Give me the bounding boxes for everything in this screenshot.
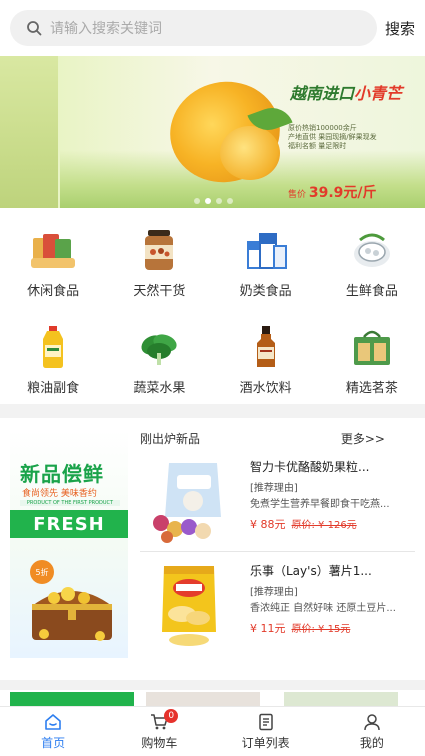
tab-label: 首页	[41, 735, 66, 750]
chips-bag-icon	[140, 556, 238, 654]
banner-dot[interactable]	[194, 198, 200, 204]
banner-indicator	[194, 198, 233, 204]
section-title: 刚出炉新品	[140, 432, 201, 446]
vegetable-icon	[137, 325, 181, 369]
banner-left-strip	[0, 56, 58, 208]
category-label: 蔬菜水果	[133, 381, 186, 396]
category-grain-oil[interactable]: 粮油副食	[0, 307, 106, 404]
product-reason-label: [推荐理由]	[250, 483, 298, 494]
tab-orders[interactable]: 订单列表	[213, 707, 319, 756]
product-name: 乐事（Lay's）薯片1...	[250, 564, 372, 578]
oil-bottle-icon	[31, 325, 75, 369]
banner-price-value: 39.9元/斤	[308, 185, 377, 201]
tab-profile[interactable]: 我的	[319, 707, 425, 756]
promo-headline: 新品偿鲜	[20, 462, 104, 486]
banner-price: 售价 39.9元/斤	[288, 182, 377, 202]
banner-description: 原价热销100000余斤 产地直供 果园现摘/鲜果现发 福利名额 量足限时	[288, 124, 377, 151]
product-original-price: 原价: ¥ 126元	[291, 520, 357, 531]
promo-tagline: 食尚领先 美味香约	[22, 489, 97, 499]
user-icon	[364, 713, 380, 730]
category-tea[interactable]: 精选茗茶	[319, 307, 425, 404]
nuts-jar-icon	[137, 228, 181, 272]
tab-home[interactable]: 首页	[0, 707, 106, 756]
banner-price-label: 售价	[288, 190, 309, 200]
tab-label: 我的	[359, 735, 384, 750]
tab-label: 订单列表	[241, 735, 290, 750]
category-beverages[interactable]: 酒水饮料	[213, 307, 319, 404]
category-snacks[interactable]: 休闲食品	[0, 210, 106, 307]
fresh-promo-card[interactable]: 新品偿鲜 食尚领先 美味香约 PRODUCT OF THE FIRST PROD…	[10, 430, 128, 658]
banner-dot-active[interactable]	[205, 198, 211, 204]
bottom-tab-bar: 首页 购物车 0 订单列表 我的	[0, 706, 425, 756]
category-label: 休闲食品	[27, 284, 80, 299]
category-label: 精选茗茶	[345, 381, 398, 396]
product-info: 智力卡优酪酸奶果粒... [推荐理由] 免煮学生营养早餐即食干吃燕... ¥ 8…	[250, 458, 415, 532]
search-placeholder: 请输入搜索关键词	[50, 21, 162, 37]
category-label: 粮油副食	[27, 381, 80, 396]
banner-title-green: 越南进口	[290, 84, 355, 103]
product-name: 智力卡优酪酸奶果粒...	[250, 460, 370, 474]
tab-cart[interactable]: 购物车 0	[106, 707, 212, 756]
yogurt-cereal-icon	[140, 452, 238, 550]
promo-small-text: PRODUCT OF THE FIRST PRODUCT	[20, 500, 120, 506]
category-dried-goods[interactable]: 天然干货	[106, 210, 212, 307]
category-label: 酒水饮料	[239, 381, 292, 396]
product-price: ¥ 88元	[250, 518, 286, 531]
banner-desc-line: 原价热销100000余斤	[288, 124, 357, 132]
tab-label: 购物车	[141, 735, 178, 750]
banner-desc-line: 福利名额 量足限时	[288, 142, 347, 150]
banner-title-red: 小青芒	[354, 84, 403, 103]
product-description: 香浓纯正 自然好味 还原土豆片...	[250, 603, 396, 614]
new-products-header: 刚出炉新品 更多>>	[140, 430, 415, 450]
banner-desc-line: 产地直供 果园现摘/鲜果现发	[288, 133, 377, 141]
search-bar: 请输入搜索关键词 搜索	[0, 0, 425, 56]
order-list-icon	[258, 713, 273, 730]
product-prices: ¥ 11元 原价: ¥ 15元	[250, 620, 415, 636]
category-fresh-food[interactable]: 生鲜食品	[319, 210, 425, 307]
category-grid: 休闲食品 天然干货 奶类食品 生鲜食品 粮油副食 蔬菜水果 酒水饮料 精选茗茶	[0, 210, 425, 404]
search-icon	[27, 21, 42, 36]
product-info: 乐事（Lay's）薯片1... [推荐理由] 香浓纯正 自然好味 还原土豆片..…	[250, 562, 415, 636]
product-prices: ¥ 88元 原价: ¥ 126元	[250, 516, 415, 532]
search-input[interactable]: 请输入搜索关键词	[10, 10, 377, 46]
banner-dot[interactable]	[227, 198, 233, 204]
tea-box-icon	[350, 325, 394, 369]
product-card[interactable]: 乐事（Lay's）薯片1... [推荐理由] 香浓纯正 自然好味 还原土豆片..…	[140, 556, 415, 656]
search-button[interactable]: 搜索	[385, 18, 415, 39]
section-divider	[0, 680, 425, 690]
home-icon	[45, 713, 61, 730]
section-divider	[0, 404, 425, 418]
new-products-section: 新品偿鲜 食尚领先 美味香约 PRODUCT OF THE FIRST PROD…	[0, 418, 425, 680]
product-reason-label: [推荐理由]	[250, 587, 298, 598]
snack-icon	[31, 228, 76, 272]
product-original-price: 原价: ¥ 15元	[291, 624, 351, 635]
product-price: ¥ 11元	[250, 622, 286, 635]
promo-fresh-label: FRESH	[10, 510, 128, 538]
fresh-food-icon	[350, 228, 394, 272]
liquor-icon	[244, 325, 288, 369]
category-label: 奶类食品	[239, 284, 292, 299]
product-card[interactable]: 智力卡优酪酸奶果粒... [推荐理由] 免煮学生营养早餐即食干吃燕... ¥ 8…	[140, 452, 415, 552]
mango-slice-image	[220, 126, 280, 180]
cart-count-badge: 0	[164, 709, 179, 723]
milk-icon	[244, 228, 288, 272]
promo-banner[interactable]: 越南进口小青芒 原价热销100000余斤 产地直供 果园现摘/鲜果现发 福利名额…	[0, 56, 425, 208]
category-vegetables[interactable]: 蔬菜水果	[106, 307, 212, 404]
treasure-chest-icon	[32, 587, 112, 641]
more-link[interactable]: 更多>>	[341, 430, 385, 447]
category-label: 生鲜食品	[345, 284, 398, 299]
banner-dot[interactable]	[216, 198, 222, 204]
product-description: 免煮学生营养早餐即食干吃燕...	[250, 499, 390, 510]
category-dairy[interactable]: 奶类食品	[213, 210, 319, 307]
banner-title: 越南进口小青芒	[290, 80, 402, 104]
category-label: 天然干货	[133, 284, 186, 299]
